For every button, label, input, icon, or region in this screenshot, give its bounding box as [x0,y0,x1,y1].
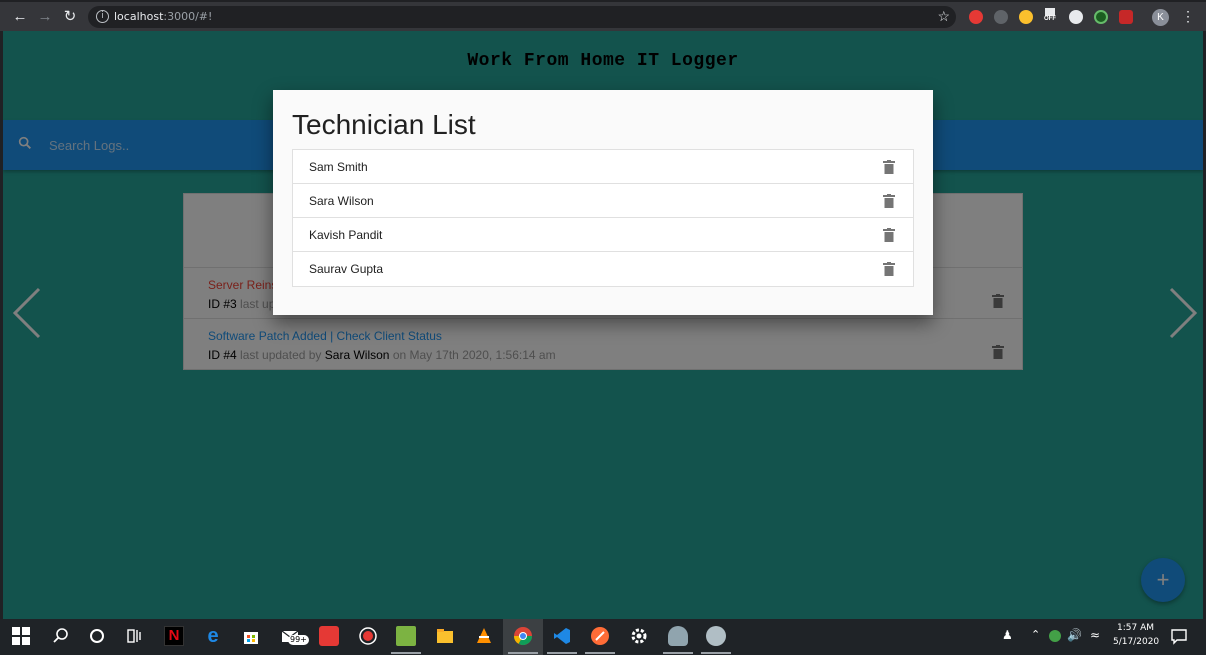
bookmark-star-icon[interactable]: ☆ [937,8,950,25]
vscode-icon[interactable] [552,626,572,646]
extension-icon[interactable] [1119,10,1133,24]
chevron-up-icon[interactable]: ⌃ [1031,628,1040,641]
technician-name: Sara Wilson [309,194,374,208]
extension-icon[interactable] [1069,10,1083,24]
cortana-icon[interactable] [87,626,107,646]
volume-icon[interactable]: 🔊 [1067,628,1082,642]
search-icon[interactable] [51,626,71,646]
url-text[interactable]: localhost:3000/#! [114,10,212,23]
postman-icon[interactable] [590,626,610,646]
trash-icon[interactable] [883,262,895,276]
technician-list: Sam Smith Sara Wilson Kavish Pandit Saur… [292,149,914,287]
technician-list-modal: Technician List Sam Smith Sara Wilson Ka… [273,90,933,315]
running-indicator [547,652,577,654]
site-info-icon[interactable]: i [96,10,109,23]
profile-avatar[interactable]: K [1152,9,1169,26]
notification-badge: 99+ [288,635,309,645]
forward-icon[interactable]: → [36,8,54,26]
extension-icon[interactable] [969,10,983,24]
app-icon[interactable] [396,626,416,646]
vlc-icon[interactable] [474,626,494,646]
list-item: Kavish Pandit [293,218,913,252]
modal-title: Technician List [292,109,476,140]
app-icon[interactable] [706,626,726,646]
technician-name: Sam Smith [309,160,368,174]
file-explorer-icon[interactable] [435,626,455,646]
page: Work From Home IT Logger Server Reinst I… [3,31,1203,619]
windows-start-icon[interactable] [12,627,30,645]
netflix-icon[interactable]: N [164,626,184,646]
back-icon[interactable]: ← [11,8,29,26]
trash-icon[interactable] [883,228,895,242]
clock-date[interactable]: 5/17/2020 [1113,637,1159,647]
reload-icon[interactable]: ↻ [61,8,79,26]
settings-gear-icon[interactable] [629,626,649,646]
running-indicator [391,652,421,654]
trash-icon[interactable] [883,160,895,174]
app-icon[interactable] [319,626,339,646]
browser-toolbar: ← → ↻ i localhost:3000/#! ☆ OFF K ⋮ [0,0,1206,31]
technician-name: Saurav Gupta [309,262,384,276]
list-item: Saurav Gupta [293,252,913,286]
list-item: Sam Smith [293,150,913,184]
store-icon[interactable] [241,626,261,646]
technician-name: Kavish Pandit [309,228,383,242]
record-icon[interactable] [358,626,378,646]
clock-time[interactable]: 1:57 AM [1117,623,1154,633]
app-icon[interactable] [668,626,688,646]
security-shield-icon[interactable] [1049,630,1061,642]
running-indicator [663,652,693,654]
taskbar: N e 99+ ♟ ⌃ 🔊 ≈ 1:57 AM 5/17/2020 [0,619,1206,655]
edge-browser-icon[interactable]: e [203,626,223,646]
menu-kebab-icon[interactable]: ⋮ [1181,8,1195,25]
trash-icon[interactable] [883,194,895,208]
list-item: Sara Wilson [293,184,913,218]
people-icon[interactable]: ♟ [1002,628,1013,642]
extension-off-icon[interactable]: OFF [1042,8,1058,22]
chrome-icon[interactable] [513,626,533,646]
running-indicator [585,652,615,654]
extension-icon[interactable] [1019,10,1033,24]
shield-extension-icon[interactable] [994,10,1008,24]
task-view-icon[interactable] [125,626,145,646]
extension-icon[interactable] [1094,10,1108,24]
address-bar[interactable]: i localhost:3000/#! ☆ [88,6,956,28]
network-icon[interactable]: ≈ [1090,628,1100,642]
running-indicator [508,652,538,654]
notification-center-icon[interactable] [1169,626,1189,646]
running-indicator [701,652,731,654]
